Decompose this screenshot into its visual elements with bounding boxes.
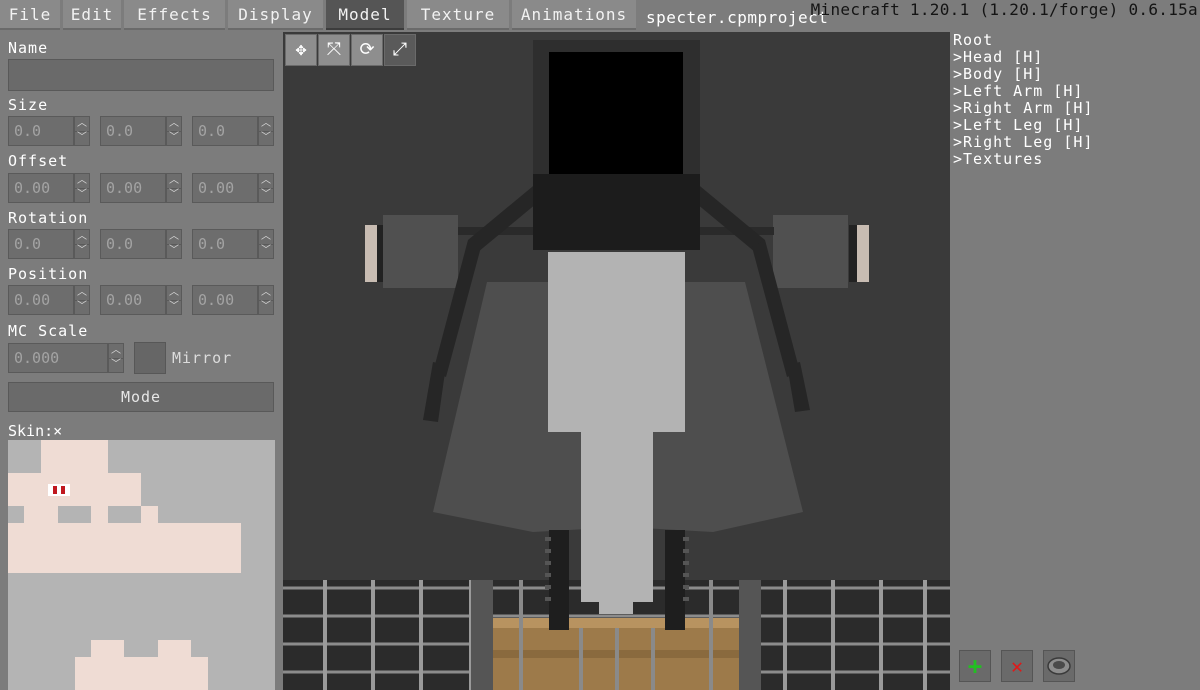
model-tree-panel: Root >Head [H] >Body [H] >Left Arm [H] >… <box>950 32 1200 690</box>
tree-item-right-leg[interactable]: >Right Leg [H] <box>953 134 1093 150</box>
chevron-up-icon[interactable]: ︿ <box>167 117 181 132</box>
chevron-down-icon[interactable]: ﹀ <box>167 300 181 314</box>
rotation-y-spinner[interactable]: ︿ ﹀ <box>166 229 182 259</box>
position-x-input[interactable]: 0.00 <box>8 285 74 315</box>
mirror-checkbox[interactable] <box>134 342 166 374</box>
size-y-input[interactable]: 0.0 <box>100 116 166 146</box>
menu-edit[interactable]: Edit <box>63 0 121 30</box>
tree-item-left-arm[interactable]: >Left Arm [H] <box>953 83 1083 99</box>
chevron-down-icon[interactable]: ﹀ <box>75 131 89 145</box>
position-x-spinner[interactable]: ︿ ﹀ <box>74 285 90 315</box>
chevron-up-icon[interactable]: ︿ <box>109 344 123 359</box>
offset-label: Offset <box>8 152 69 170</box>
chevron-up-icon[interactable]: ︿ <box>259 117 273 132</box>
eye-icon <box>1047 657 1071 675</box>
chevron-down-icon[interactable]: ﹀ <box>259 300 273 314</box>
chevron-up-icon[interactable]: ︿ <box>75 230 89 245</box>
chevron-down-icon[interactable]: ﹀ <box>75 300 89 314</box>
rotation-x-input[interactable]: 0.0 <box>8 229 74 259</box>
chevron-down-icon[interactable]: ﹀ <box>167 131 181 145</box>
project-file-title: specter.cpmproject <box>646 8 829 27</box>
position-z-input[interactable]: 0.00 <box>192 285 258 315</box>
delete-element-button[interactable]: ✕ <box>1001 650 1033 682</box>
menu-effects[interactable]: Effects <box>124 0 225 30</box>
chevron-down-icon[interactable]: ﹀ <box>259 244 273 258</box>
skin-texture-image <box>8 440 275 690</box>
tree-root[interactable]: Root <box>953 32 993 48</box>
skin-label: Skin:× <box>8 422 63 440</box>
menu-texture[interactable]: Texture <box>407 0 509 30</box>
rotation-z-input[interactable]: 0.0 <box>192 229 258 259</box>
chevron-down-icon[interactable]: ﹀ <box>75 188 89 202</box>
mc-scale-label: MC Scale <box>8 322 89 340</box>
size-z-spinner[interactable]: ︿ ﹀ <box>258 116 274 146</box>
move-tool-button[interactable]: ✥ <box>285 34 317 66</box>
position-label: Position <box>8 265 89 283</box>
rotation-y-input[interactable]: 0.0 <box>100 229 166 259</box>
chevron-up-icon[interactable]: ︿ <box>75 174 89 189</box>
rotate-tool-button[interactable]: ⟳ <box>351 34 383 66</box>
add-element-button[interactable]: + <box>959 650 991 682</box>
chevron-up-icon[interactable]: ︿ <box>167 174 181 189</box>
offset-z-spinner[interactable]: ︿ ﹀ <box>258 173 274 203</box>
position-y-spinner[interactable]: ︿ ﹀ <box>166 285 182 315</box>
chevron-down-icon[interactable]: ﹀ <box>167 244 181 258</box>
rotation-z-spinner[interactable]: ︿ ﹀ <box>258 229 274 259</box>
toggle-visibility-button[interactable] <box>1043 650 1075 682</box>
tree-item-left-leg[interactable]: >Left Leg [H] <box>953 117 1083 133</box>
chevron-up-icon[interactable]: ︿ <box>75 286 89 301</box>
chevron-down-icon[interactable]: ﹀ <box>259 131 273 145</box>
offset-x-spinner[interactable]: ︿ ﹀ <box>74 173 90 203</box>
rotation-x-spinner[interactable]: ︿ ﹀ <box>74 229 90 259</box>
size-x-input[interactable]: 0.0 <box>8 116 74 146</box>
chevron-up-icon[interactable]: ︿ <box>167 230 181 245</box>
version-label: Minecraft 1.20.1 (1.20.1/forge) 0.6.15a <box>810 0 1198 19</box>
properties-panel: Name Size 0.0 ︿ ﹀ 0.0 ︿ ﹀ 0.0 ︿ ﹀ Offset 0.… <box>0 32 282 690</box>
menu-animations[interactable]: Animations <box>512 0 636 30</box>
menu-file[interactable]: File <box>0 0 60 30</box>
size-label: Size <box>8 96 49 114</box>
tree-item-body[interactable]: >Body [H] <box>953 66 1043 82</box>
skin-texture-preview[interactable] <box>8 440 275 690</box>
model-viewport[interactable]: ✥ ⤧ ⟳ ⤢ <box>283 32 950 690</box>
chevron-up-icon[interactable]: ︿ <box>259 230 273 245</box>
chevron-up-icon[interactable]: ︿ <box>259 286 273 301</box>
tree-item-head[interactable]: >Head [H] <box>953 49 1043 65</box>
mode-button[interactable]: Mode <box>8 382 274 412</box>
size-z-input[interactable]: 0.0 <box>192 116 258 146</box>
size-tool-button[interactable]: ⤧ <box>318 34 350 66</box>
chevron-down-icon[interactable]: ﹀ <box>259 188 273 202</box>
offset-z-input[interactable]: 0.00 <box>192 173 258 203</box>
scale-tool-button[interactable]: ⤢ <box>384 34 416 66</box>
tree-item-textures[interactable]: >Textures <box>953 151 1043 167</box>
size-x-spinner[interactable]: ︿ ﹀ <box>74 116 90 146</box>
chevron-down-icon[interactable]: ﹀ <box>167 188 181 202</box>
position-y-input[interactable]: 0.00 <box>100 285 166 315</box>
offset-x-input[interactable]: 0.00 <box>8 173 74 203</box>
name-input[interactable] <box>8 59 274 91</box>
size-y-spinner[interactable]: ︿ ﹀ <box>166 116 182 146</box>
mc-scale-spinner[interactable]: ︿ ﹀ <box>108 343 124 373</box>
mirror-label: Mirror <box>172 349 233 367</box>
position-z-spinner[interactable]: ︿ ﹀ <box>258 285 274 315</box>
chevron-down-icon[interactable]: ﹀ <box>109 358 123 372</box>
menu-model[interactable]: Model <box>326 0 404 30</box>
tree-item-right-arm[interactable]: >Right Arm [H] <box>953 100 1093 116</box>
chevron-up-icon[interactable]: ︿ <box>75 117 89 132</box>
model-render <box>283 40 950 690</box>
menu-display[interactable]: Display <box>228 0 323 30</box>
rotation-label: Rotation <box>8 209 89 227</box>
mc-scale-input[interactable]: 0.000 <box>8 343 108 373</box>
name-label: Name <box>8 39 49 57</box>
chevron-down-icon[interactable]: ﹀ <box>75 244 89 258</box>
menu-bar: File Edit Effects Display Model Texture … <box>0 0 1200 32</box>
offset-y-spinner[interactable]: ︿ ﹀ <box>166 173 182 203</box>
chevron-up-icon[interactable]: ︿ <box>167 286 181 301</box>
offset-y-input[interactable]: 0.00 <box>100 173 166 203</box>
chevron-up-icon[interactable]: ︿ <box>259 174 273 189</box>
